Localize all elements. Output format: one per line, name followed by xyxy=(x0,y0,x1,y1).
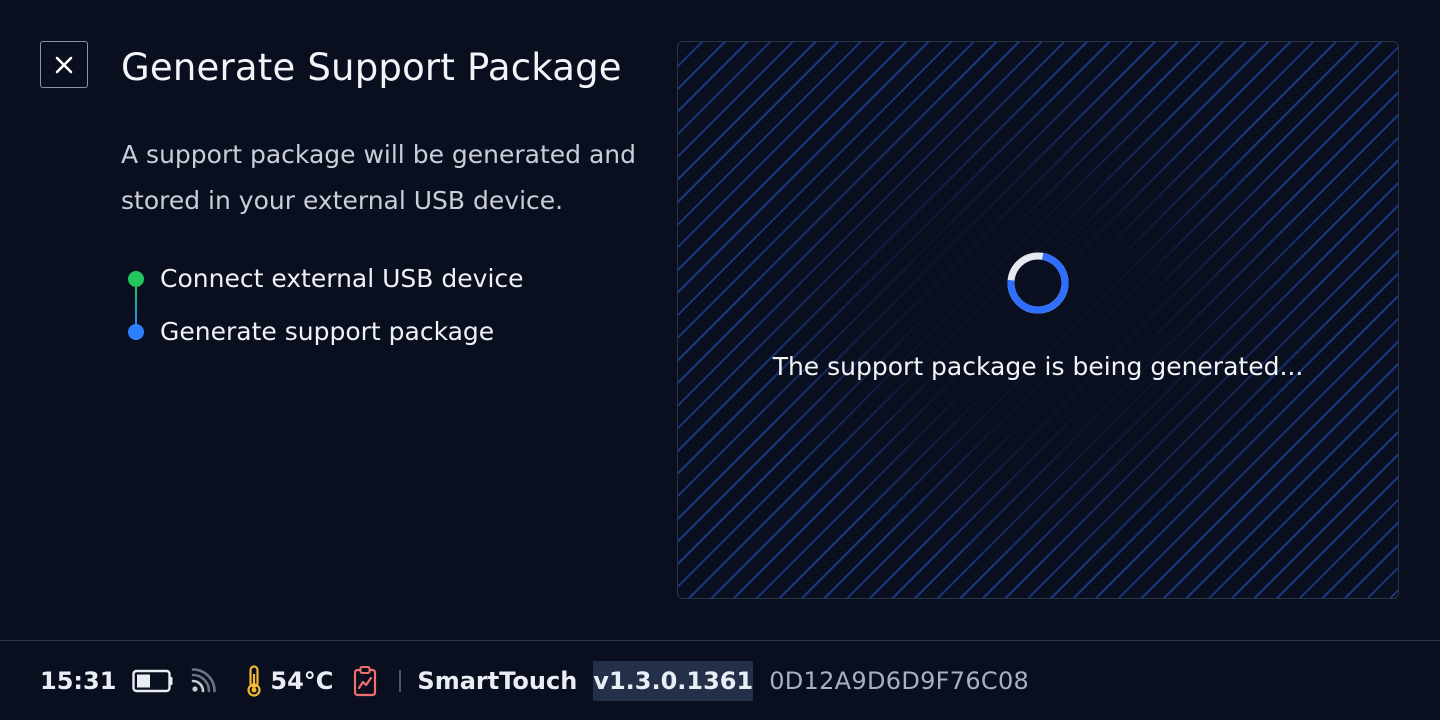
wifi-icon xyxy=(192,667,217,692)
loading-spinner-icon xyxy=(1007,252,1069,314)
clipboard-chart-icon[interactable] xyxy=(353,665,377,697)
status-message: The support package is being generated..… xyxy=(772,352,1304,381)
step-label: Generate support package xyxy=(160,317,495,346)
page-title: Generate Support Package xyxy=(121,46,622,89)
version-label: v1.3.0.1361 xyxy=(593,660,754,701)
battery-icon xyxy=(132,669,173,692)
status-panel: The support package is being generated..… xyxy=(677,41,1399,599)
status-divider xyxy=(399,669,402,692)
step-active-indicator xyxy=(128,323,144,340)
close-button[interactable] xyxy=(40,41,88,88)
brand-name: SmartTouch xyxy=(417,666,578,695)
step-connect-usb: Connect external USB device xyxy=(120,252,524,305)
support-package-screen: Generate Support Package A support packa… xyxy=(0,0,1440,720)
status-bar: 15:31 54°C SmartTouch v1.3.0.1361 0D12A9… xyxy=(0,640,1440,720)
clock: 15:31 xyxy=(40,666,117,695)
step-list: Connect external USB device Generate sup… xyxy=(120,252,524,358)
serial-number: 0D12A9D6D9F76C08 xyxy=(769,666,1030,695)
step-complete-indicator xyxy=(128,270,144,287)
thermometer-icon xyxy=(247,664,262,697)
page-description: A support package will be generated and … xyxy=(121,140,637,215)
temperature-value: 54°C xyxy=(270,666,334,695)
step-label: Connect external USB device xyxy=(160,264,524,293)
step-generate-package: Generate support package xyxy=(120,305,524,358)
close-icon xyxy=(55,56,73,73)
